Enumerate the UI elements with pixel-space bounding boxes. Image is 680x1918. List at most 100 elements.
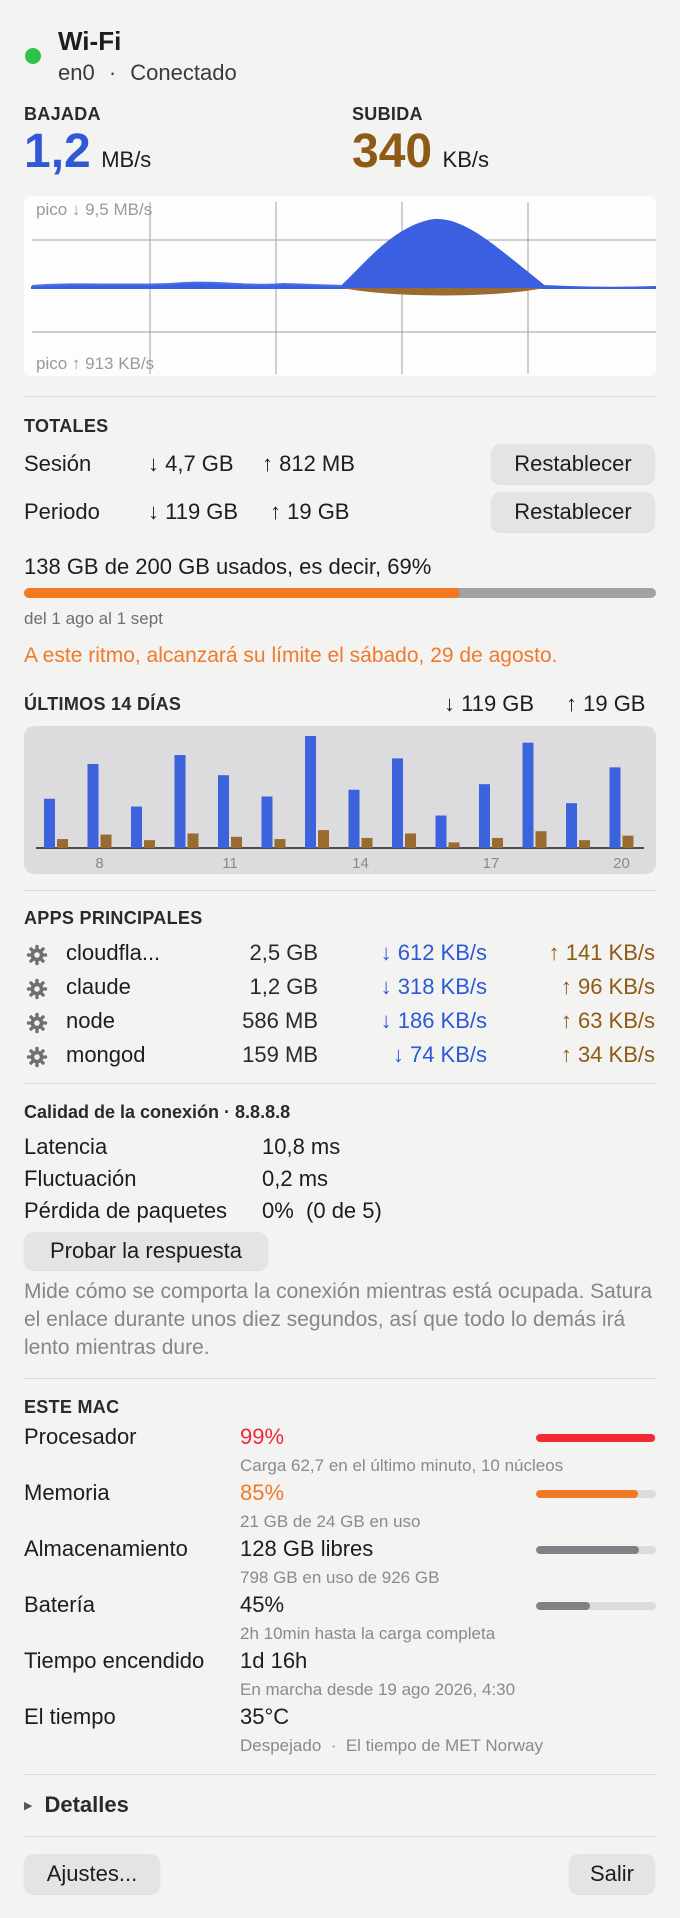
mac-row-value: 35°C [240,1704,290,1729]
upload-bar [187,833,199,848]
app-row[interactable]: cloudfla... 2,5 GB ↓ 612 KB/s ↑ 141 KB/s [0,940,680,970]
traffic-graph: pico ↓ 9,5 MB/s pico ↑ 913 KB/s [24,196,656,376]
latency-label: Latencia [24,1134,108,1159]
upload-bar [100,834,112,848]
mac-title: ESTE MAC [24,1397,120,1417]
app-row[interactable]: claude 1,2 GB ↓ 318 KB/s ↑ 96 KB/s [0,974,680,1004]
last14-down-total: ↓ 119 GB [444,691,535,716]
download-bar [392,758,403,848]
download-bar [479,784,490,848]
download-area [31,218,656,289]
usage-bar [536,1434,656,1442]
peak-download: pico ↓ 9,5 MB/s [36,200,153,219]
connection-status: Conectado [130,60,237,85]
usage-bar-fill [536,1602,590,1610]
app-row[interactable]: mongod 159 MB ↓ 74 KB/s ↑ 34 KB/s [0,1042,680,1072]
apps-title: APPS PRINCIPALES [24,908,203,928]
upload-unit: KB/s [442,147,490,172]
mac-row-value: 1d 16h [240,1648,308,1673]
mac-row-label: El tiempo [24,1704,116,1729]
download-bar [609,767,621,848]
download-value: 1,2 [24,125,91,178]
session-down: ↓ 4,7 GB [148,451,234,476]
app-upload-rate: ↑ 34 KB/s [560,1042,655,1067]
app-row[interactable]: node 586 MB ↓ 186 KB/s ↑ 63 KB/s [0,1008,680,1038]
mac-row-detail: 2h 10min hasta la carga completa [240,1624,496,1643]
app-download-rate: ↓ 186 KB/s [380,1008,487,1033]
gear-icon [26,944,48,966]
interface-status: en0 · Conectado [58,60,237,86]
details-label: Detalles [44,1792,129,1817]
usage-bar [536,1490,656,1498]
usage-bar [24,588,656,598]
chart-tick-label: 11 [222,855,238,872]
upload-bar [144,840,155,848]
mac-row-label: Procesador [24,1424,137,1449]
upload-bar [448,842,460,848]
totals-title: TOTALES [24,416,109,436]
upload-value: 340 [352,125,433,178]
upload-area [342,288,544,296]
upload-bar [318,830,329,848]
app-download-rate: ↓ 74 KB/s [392,1042,487,1067]
packet-loss-value: 0% (0 de 5) [262,1198,382,1223]
details-disclosure[interactable]: ▶ Detalles [24,1792,129,1818]
status-dot [25,48,41,64]
mac-row-value: 45% [240,1592,285,1617]
billing-period: del 1 ago al 1 sept [24,609,163,628]
download-label: BAJADA [24,104,101,124]
app-name: claude [66,974,131,999]
daily-chart: 8 11 14 17 20 [24,726,656,874]
upload-bar [535,831,547,848]
download-rate: 1,2 MB/s [24,124,151,179]
gear-icon [26,1046,48,1068]
session-up: ↑ 812 MB [262,451,355,476]
download-bar [566,803,577,848]
upload-bar [405,833,416,848]
chart-tick-label: 14 [352,855,369,872]
packet-loss-label: Pérdida de paquetes [24,1198,228,1223]
test-description: Mide cómo se comporta la conexión mientr… [24,1280,653,1359]
upload-bar [57,839,68,848]
mac-row-detail: 21 GB de 24 GB en uso [240,1512,421,1531]
app-name: cloudfla... [66,940,161,965]
settings-button[interactable]: Ajustes... [24,1854,160,1894]
quit-button[interactable]: Salir [569,1854,655,1894]
mac-row-value: 85% [240,1480,285,1505]
peak-upload: pico ↑ 913 KB/s [36,354,155,373]
gear-icon [26,978,48,1000]
usage-bar-fill [536,1434,655,1442]
download-bar [522,742,534,848]
mac-row-label: Tiempo encendido [24,1648,205,1673]
upload-bar [579,840,590,848]
quality-title: Calidad de la conexión · 8.8.8.8 [24,1102,291,1122]
upload-label: SUBIDA [352,104,423,124]
download-unit: MB/s [101,147,152,172]
app-upload-rate: ↑ 141 KB/s [548,940,655,965]
reset-period-button[interactable]: Restablecer [491,492,655,532]
usage-bar-fill [24,588,461,598]
upload-bar [492,837,503,848]
mac-row-detail: Despejado · El tiempo de MET Norway [240,1736,543,1755]
reset-session-button[interactable]: Restablecer [491,444,655,484]
last14-up-total: ↑ 19 GB [566,691,646,716]
usage-text: 138 GB de 200 GB usados, es decir, 69% [24,554,432,579]
download-bar [305,736,316,848]
download-bar [131,806,142,848]
app-upload-rate: ↑ 96 KB/s [560,974,655,999]
upload-bar [622,835,634,848]
jitter-label: Fluctuación [24,1166,137,1191]
app-total: 159 MB [242,1042,318,1067]
mac-row-detail: Carga 62,7 en el último minuto, 10 núcle… [240,1456,564,1475]
mac-row-label: Almacenamiento [24,1536,188,1561]
download-bar [174,755,186,848]
app-download-rate: ↓ 612 KB/s [380,940,487,965]
mac-row-detail: 798 GB en uso de 926 GB [240,1568,440,1587]
mac-row-detail: En marcha desde 19 ago 2026, 4:30 [240,1680,516,1699]
app-name: mongod [66,1042,146,1067]
limit-warning: A este ritmo, alcanzará su límite el sáb… [24,644,558,667]
download-bar [44,798,55,848]
chart-tick-label: 8 [95,855,103,872]
test-responsiveness-button[interactable]: Probar la respuesta [24,1232,268,1270]
upload-bar [361,837,373,848]
